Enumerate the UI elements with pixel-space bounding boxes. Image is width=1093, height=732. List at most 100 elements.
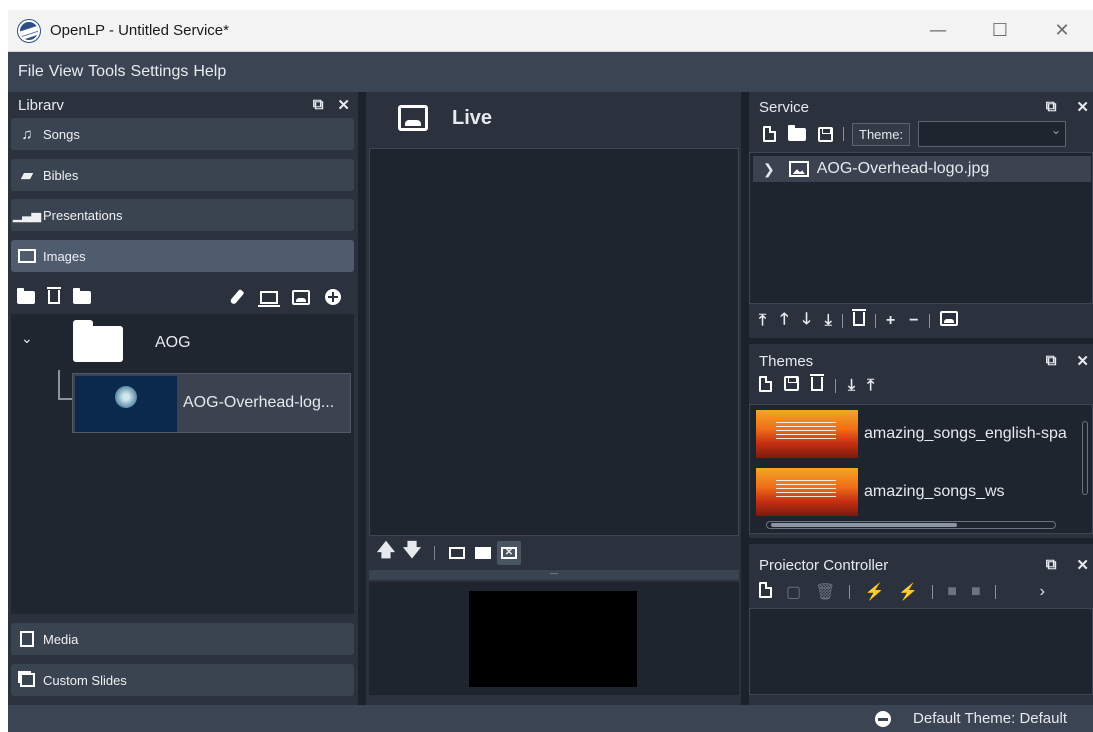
service-item-label: AOG-Overhead-logo.jpg [816, 160, 990, 177]
undock-icon[interactable]: ⧉ [1046, 352, 1057, 370]
chevron-right-icon[interactable]: › [1040, 583, 1045, 601]
service-item[interactable]: ❯ AOG-Overhead-logo.jpg [753, 156, 1091, 182]
export-theme-icon[interactable]: ⤒ [867, 377, 874, 395]
delete-icon[interactable] [43, 286, 65, 308]
live-display [469, 591, 637, 687]
close-panel-icon[interactable]: ✕ [337, 96, 350, 114]
service-list: ❯ AOG-Overhead-logo.jpg [749, 152, 1093, 304]
projector-toolbar: ▢ 🗑 ⚡ ⚡ ■ ■ › [759, 580, 1045, 604]
horizontal-scrollbar[interactable] [756, 520, 1072, 530]
maximize-button[interactable]: ☐ [969, 10, 1031, 51]
menu-help[interactable]: Help [193, 63, 226, 81]
service-order-toolbar: ⤒ 🡑 🡓 ⤓ + − [753, 306, 1093, 336]
blank-screen-icon[interactable] [471, 541, 495, 565]
brush-icon[interactable] [226, 286, 248, 308]
undock-icon[interactable]: ⧉ [1046, 556, 1057, 574]
theme-name: amazing_songs_english-spa [864, 425, 1067, 442]
move-to-top-icon[interactable]: ⤒ [759, 312, 766, 330]
tab-label: Bibles [43, 167, 79, 183]
minimize-button[interactable]: — [907, 10, 969, 51]
tab-media[interactable]: Media [11, 623, 354, 655]
show-desktop-icon[interactable]: ✕ [497, 541, 521, 565]
tab-images[interactable]: Images [11, 240, 354, 272]
move-down-icon[interactable]: 🡓 [802, 308, 810, 335]
undock-icon[interactable]: ⧉ [1046, 98, 1057, 116]
theme-select[interactable] [918, 121, 1067, 147]
theme-name: amazing_songs_ws [864, 483, 1005, 500]
library-title: Librarv [18, 96, 64, 114]
tab-label: Presentations [43, 207, 123, 223]
new-service-icon[interactable] [759, 124, 779, 144]
service-title: Service [759, 98, 810, 116]
disconnect-icon: ⚡ [898, 584, 919, 601]
theme-item[interactable]: amazing_songs_ws [756, 467, 1076, 517]
arrow-up-icon[interactable]: 🡅 [374, 540, 398, 565]
theme-thumbnail [756, 410, 858, 458]
close-button[interactable]: ✕ [1031, 10, 1093, 51]
folder-icon[interactable] [73, 320, 123, 362]
collapse-all-icon[interactable]: − [909, 312, 918, 330]
undock-icon[interactable]: ⧉ [313, 96, 324, 114]
camera-icon: ■ [947, 583, 957, 600]
preview-icon[interactable] [258, 286, 280, 308]
new-theme-icon[interactable] [759, 375, 772, 397]
edit-theme-icon[interactable] [784, 376, 799, 396]
add-to-service-icon[interactable] [322, 286, 344, 308]
image-item[interactable]: AOG-Overhead-log... [72, 373, 351, 433]
blank-theme-icon[interactable] [445, 541, 469, 565]
folder-label[interactable]: AOG [155, 334, 191, 352]
theme-item[interactable]: amazing_songs_english-spa [756, 409, 1076, 459]
media-icon [17, 631, 37, 647]
arrow-down-icon[interactable]: 🡇 [400, 540, 424, 565]
chevron-right-icon[interactable]: ❯ [763, 161, 775, 178]
tab-presentations[interactable]: ▁▃▅ Presentations [11, 199, 354, 231]
menu-settings[interactable]: Settings [131, 63, 189, 81]
theme-thumbnail [756, 468, 858, 516]
close-panel-icon[interactable]: ✕ [1076, 98, 1089, 116]
live-display-area [369, 582, 739, 695]
splitter[interactable] [741, 92, 749, 705]
connect-icon: ⚡ [864, 584, 885, 601]
menu-tools[interactable]: Tools [88, 63, 125, 81]
tab-label: Songs [43, 126, 80, 142]
delete-theme-icon[interactable] [810, 373, 824, 396]
move-up-icon[interactable]: 🡑 [780, 308, 788, 335]
bar-chart-icon: ▁▃▅ [13, 208, 41, 222]
window-controls: — ☐ ✕ [907, 10, 1093, 51]
tab-bibles[interactable]: ▰ Bibles [11, 159, 354, 191]
go-live-icon[interactable] [939, 311, 958, 331]
menu-view[interactable]: View [49, 63, 83, 81]
move-to-bottom-icon[interactable]: ⤓ [825, 312, 832, 330]
tab-songs[interactable]: ♫ Songs [11, 118, 354, 150]
go-live-icon[interactable] [290, 286, 312, 308]
close-panel-icon[interactable]: ✕ [1076, 352, 1089, 370]
close-panel-icon[interactable]: ✕ [1076, 556, 1089, 574]
tab-custom-slides[interactable]: Custom Slides [11, 664, 354, 696]
status-text: Default Theme: Default [913, 710, 1067, 727]
themes-toolbar: ⤓ ⤒ [759, 373, 874, 398]
images-toolbar [11, 282, 354, 312]
expand-all-icon[interactable]: + [886, 312, 895, 330]
live-title: Live [452, 106, 493, 129]
live-header: Live [366, 92, 741, 144]
splitter-handle[interactable]: — [369, 570, 739, 580]
image-thumbnail [75, 376, 177, 432]
splitter[interactable] [358, 92, 366, 705]
new-folder-icon[interactable] [71, 286, 93, 308]
image-icon [788, 161, 809, 177]
new-projector-icon[interactable] [759, 581, 772, 603]
open-service-icon[interactable] [787, 124, 807, 144]
delete-icon[interactable] [851, 308, 866, 331]
open-folder-icon[interactable] [15, 286, 37, 308]
status-theme-icon [875, 710, 892, 727]
tab-label: Images [43, 248, 86, 264]
vertical-scrollbar[interactable] [1080, 409, 1090, 509]
save-service-icon[interactable] [815, 124, 835, 144]
music-note-icon: ♫ [21, 125, 33, 143]
menu-file[interactable]: File [18, 63, 44, 81]
import-theme-icon[interactable]: ⤓ [848, 377, 855, 395]
chevron-down-icon[interactable]: ⌄ [21, 330, 33, 347]
live-slide-list[interactable] [369, 148, 739, 536]
projector-list [749, 608, 1093, 695]
main-area: Librarv ⧉ ✕ ♫ Songs ▰ Bibles ▁▃▅ Present… [8, 92, 1093, 705]
